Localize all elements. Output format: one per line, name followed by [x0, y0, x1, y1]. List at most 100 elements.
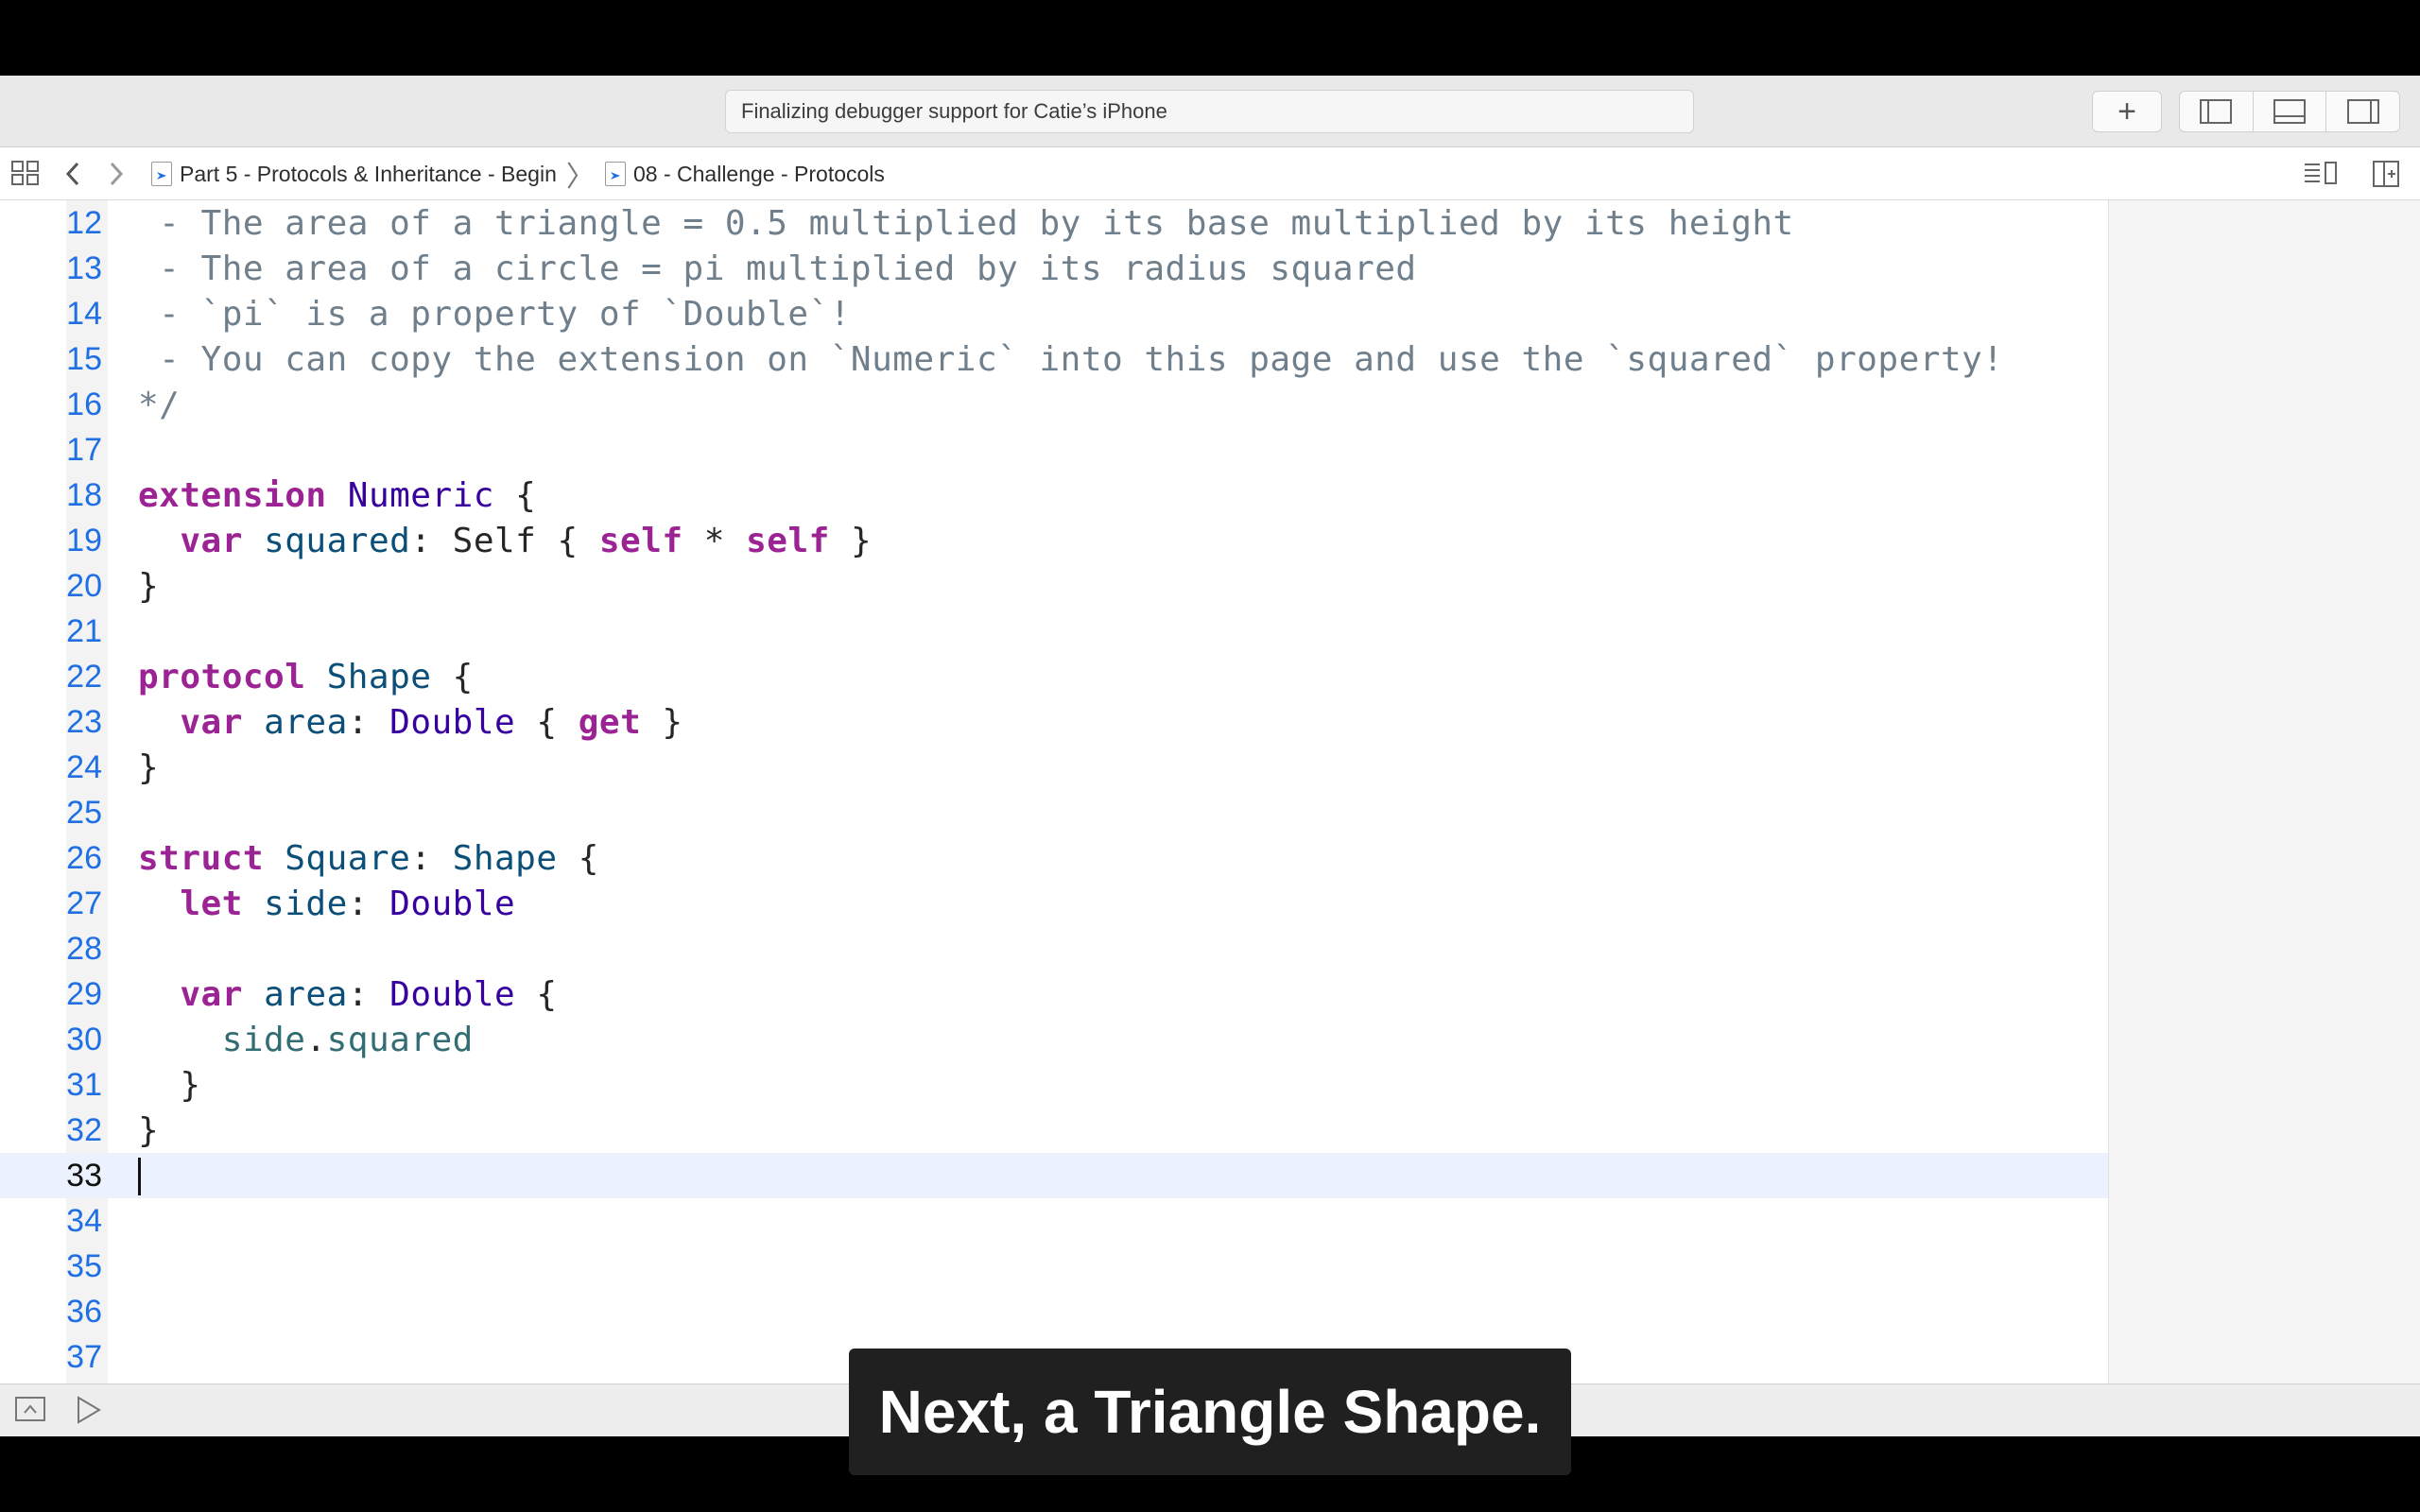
line-number: 23 [66, 703, 102, 740]
line-number: 15 [66, 340, 102, 377]
line-number: 33 [66, 1157, 102, 1194]
code-line[interactable]: 30 side.squared [0, 1017, 2108, 1062]
code-text: side.squared [221, 1020, 474, 1059]
code-text: } [138, 566, 160, 606]
line-number: 12 [66, 204, 102, 241]
swift-file-icon [605, 162, 626, 186]
line-number: 30 [66, 1021, 102, 1057]
editor-options-button[interactable] [2303, 161, 2339, 185]
source-editor[interactable]: 12 - The area of a triangle = 0.5 multip… [0, 200, 2108, 1383]
code-text: } [138, 747, 160, 787]
add-editor-button[interactable] [2373, 161, 2399, 187]
library-add-button[interactable]: + [2092, 91, 2162, 132]
code-line[interactable]: 22 protocol Shape { [0, 654, 2108, 699]
split-editor-icon [2373, 161, 2399, 187]
forward-button[interactable] [108, 161, 125, 187]
right-panel-icon [2346, 99, 2379, 124]
text-caret [138, 1158, 141, 1195]
run-playground-button[interactable] [76, 1396, 102, 1429]
breadcrumb-page[interactable]: 08 - Challenge - Protocols [605, 147, 885, 200]
code-text: } [138, 1110, 160, 1150]
activity-viewer: Finalizing debugger support for Catie’s … [725, 90, 1694, 133]
code-line[interactable]: 13 - The area of a circle = pi multiplie… [0, 246, 2108, 291]
code-line[interactable]: 24} [0, 745, 2108, 790]
line-number: 13 [66, 249, 102, 286]
code-line[interactable]: 36 [0, 1289, 2108, 1334]
code-line[interactable]: 12 - The area of a triangle = 0.5 multip… [0, 200, 2108, 246]
breadcrumb-separator-icon: 〉 [565, 162, 595, 193]
line-number: 19 [66, 522, 102, 558]
line-number: 27 [66, 885, 102, 921]
line-number: 36 [66, 1293, 102, 1330]
code-line[interactable]: 19 var squared: Self { self * self } [0, 518, 2108, 563]
code-text: struct Square: Shape { [138, 838, 599, 878]
line-number: 18 [66, 476, 102, 513]
code-text: var area: Double { get } [180, 702, 683, 742]
line-number: 28 [66, 930, 102, 967]
code-line[interactable]: 20} [0, 563, 2108, 609]
line-number: 14 [66, 295, 102, 332]
line-number: 16 [66, 386, 102, 422]
back-button[interactable] [64, 161, 81, 187]
code-comment: - You can copy the extension on `Numeric… [138, 339, 2004, 379]
code-text: var squared: Self { self * self } [180, 521, 873, 560]
toolbar: Finalizing debugger support for Catie’s … [0, 76, 2420, 147]
breadcrumb-project[interactable]: Part 5 - Protocols & Inheritance - Begin… [151, 147, 596, 200]
code-comment: - The area of a circle = pi multiplied b… [138, 249, 1417, 288]
code-line[interactable]: 35 [0, 1244, 2108, 1289]
current-code-line[interactable]: 33 [0, 1153, 2108, 1198]
line-number: 25 [66, 794, 102, 831]
toggle-navigator-button[interactable] [2180, 92, 2254, 131]
line-number: 34 [66, 1202, 102, 1239]
chevron-right-icon [110, 162, 124, 186]
code-text: let side: Double [180, 884, 516, 923]
line-number: 20 [66, 567, 102, 604]
code-text: extension Numeric { [138, 475, 537, 515]
code-line[interactable]: 27 let side: Double [0, 881, 2108, 926]
bottom-panel-icon [2273, 99, 2306, 124]
code-text: var area: Double { [180, 974, 558, 1014]
line-number: 26 [66, 839, 102, 876]
jump-bar: Part 5 - Protocols & Inheritance - Begin… [0, 147, 2420, 200]
toggle-debug-area-button[interactable] [2254, 92, 2327, 131]
code-line[interactable]: 31 } [0, 1062, 2108, 1108]
code-line[interactable]: 23 var area: Double { get } [0, 699, 2108, 745]
code-text: } [138, 1065, 201, 1105]
chevron-left-icon [65, 162, 79, 186]
line-number: 21 [66, 612, 102, 649]
code-line[interactable]: 28 [0, 926, 2108, 971]
line-number: 37 [66, 1338, 102, 1375]
play-icon [78, 1396, 101, 1424]
swift-file-icon [151, 162, 172, 186]
video-caption: Next, a Triangle Shape. [849, 1349, 1571, 1475]
line-number: 31 [66, 1066, 102, 1103]
lines-list-icon [2305, 162, 2337, 184]
code-comment: */ [138, 385, 181, 424]
line-number: 32 [66, 1111, 102, 1148]
code-line[interactable]: 29 var area: Double { [0, 971, 2108, 1017]
code-line[interactable]: 25 [0, 790, 2108, 835]
code-text: protocol Shape { [138, 657, 474, 696]
line-number: 24 [66, 748, 102, 785]
grid-icon [11, 161, 39, 185]
code-line[interactable]: 15 - You can copy the extension on `Nume… [0, 336, 2108, 382]
panel-toggle-group [2179, 91, 2400, 132]
debug-area-toggle-icon [15, 1397, 45, 1421]
code-line[interactable]: 17 [0, 427, 2108, 472]
left-panel-icon [2200, 99, 2233, 124]
code-line[interactable]: 21 [0, 609, 2108, 654]
code-line[interactable]: 26 struct Square: Shape { [0, 835, 2108, 881]
line-number: 29 [66, 975, 102, 1012]
results-sidebar [2108, 200, 2420, 1383]
toggle-inspector-button[interactable] [2326, 92, 2399, 131]
hide-debug-area-button[interactable] [15, 1396, 45, 1427]
line-number: 17 [66, 431, 102, 468]
code-line[interactable]: 32} [0, 1108, 2108, 1153]
code-comment: - `pi` is a property of `Double`! [138, 294, 851, 334]
code-line[interactable]: 34 [0, 1198, 2108, 1244]
related-items-button[interactable] [11, 161, 40, 185]
code-line[interactable]: 16 */ [0, 382, 2108, 427]
code-comment: - The area of a triangle = 0.5 multiplie… [138, 203, 1794, 243]
code-line[interactable]: 14 - `pi` is a property of `Double`! [0, 291, 2108, 336]
code-line[interactable]: 18 extension Numeric { [0, 472, 2108, 518]
